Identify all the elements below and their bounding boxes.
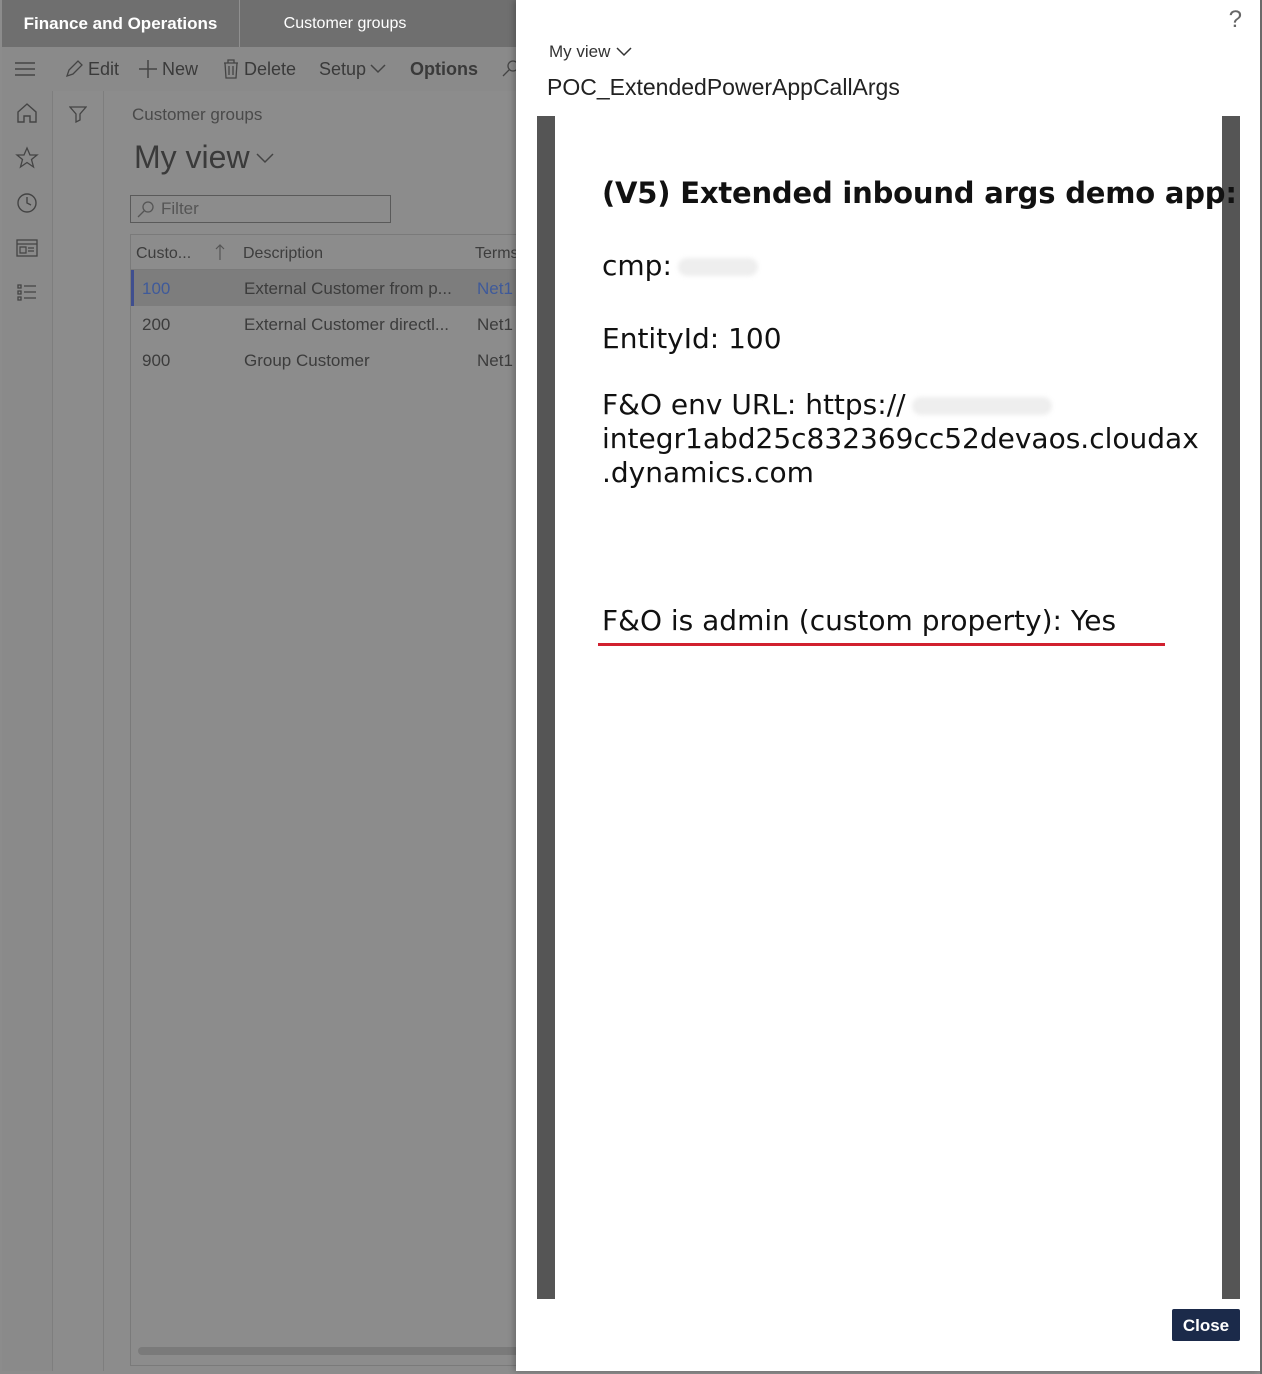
chevron-down-icon <box>616 47 632 57</box>
new-label: New <box>162 59 199 79</box>
edit-button[interactable]: Edit <box>64 47 119 91</box>
view-selector[interactable]: My view <box>134 139 274 176</box>
chevron-down-icon <box>370 64 386 74</box>
delete-label: Delete <box>244 59 297 79</box>
new-button[interactable]: New <box>138 47 198 91</box>
search-icon <box>137 201 154 218</box>
chevron-down-icon <box>256 152 274 163</box>
cell-customer-group[interactable]: 200 <box>142 315 170 335</box>
close-button[interactable]: Close <box>1172 1309 1240 1341</box>
column-header-customer-group[interactable]: Custo... <box>136 245 191 263</box>
hamburger-icon <box>15 62 35 76</box>
cmp-label: cmp: <box>602 249 672 282</box>
list-page: Customer groups My view Filter Custo... … <box>104 91 534 1371</box>
home-icon[interactable] <box>15 101 39 125</box>
redacted-value <box>677 258 758 276</box>
app-brand[interactable]: Finance and Operations <box>2 0 240 47</box>
delete-button[interactable]: Delete <box>222 47 296 91</box>
list-icon[interactable] <box>15 281 39 305</box>
power-app-side-pane: ? My view POC_ExtendedPowerAppCallArgs (… <box>516 0 1260 1371</box>
cell-customer-group[interactable]: 100 <box>142 279 170 299</box>
pencil-icon <box>65 60 83 78</box>
plus-icon <box>139 60 157 78</box>
help-button[interactable]: ? <box>1229 6 1242 34</box>
customer-groups-grid: Custo... Description Terms 100 External … <box>130 234 534 1366</box>
pane-view-selector[interactable]: My view <box>549 42 632 62</box>
admin-flag-line: F&O is admin (custom property): Yes <box>602 604 1117 637</box>
cmp-line: cmp: <box>602 249 758 282</box>
pane-view-label: My view <box>549 42 611 61</box>
options-label: Options <box>410 59 478 79</box>
grid-header: Custo... Description Terms <box>131 235 531 270</box>
view-title: My view <box>134 139 250 175</box>
table-row[interactable]: 200 External Customer directl... Net1 <box>131 306 531 342</box>
options-button[interactable]: Options <box>410 47 478 91</box>
nav-rail <box>2 91 53 1371</box>
funnel-icon[interactable] <box>69 105 87 123</box>
page-breadcrumb-top[interactable]: Customer groups <box>240 0 450 47</box>
top-bar: Finance and Operations Customer groups <box>2 0 522 47</box>
embedded-app-frame <box>537 116 1240 1299</box>
cell-description: External Customer from p... <box>244 279 452 298</box>
redacted-value <box>911 397 1052 415</box>
column-header-description[interactable]: Description <box>243 245 323 263</box>
pane-title: POC_ExtendedPowerAppCallArgs <box>547 74 900 100</box>
table-row[interactable]: 100 External Customer from p... Net1 <box>131 270 534 306</box>
cell-description: Group Customer <box>244 351 370 370</box>
setup-label: Setup <box>319 59 367 79</box>
cell-customer-group[interactable]: 900 <box>142 351 170 371</box>
filter-input[interactable]: Filter <box>130 195 391 223</box>
admin-underline <box>598 643 1165 646</box>
column-header-terms[interactable]: Terms <box>475 245 519 263</box>
horizontal-scrollbar[interactable] <box>138 1347 520 1355</box>
clock-icon[interactable] <box>15 191 39 215</box>
workspace-icon[interactable] <box>15 236 39 260</box>
star-icon[interactable] <box>15 146 39 170</box>
cell-terms[interactable]: Net1 <box>477 279 513 299</box>
command-bar: Edit New Delete Setup Options <box>2 47 522 92</box>
app-heading: (V5) Extended inbound args demo app: <box>602 176 1237 210</box>
trash-icon <box>224 59 238 79</box>
entity-id-line: EntityId: 100 <box>602 322 782 355</box>
setup-button[interactable]: Setup <box>319 47 386 91</box>
filter-rail <box>53 91 104 1371</box>
env-url-label: F&O env URL: https:// <box>602 388 906 421</box>
cell-terms[interactable]: Net1 <box>477 351 513 371</box>
sort-ascending-icon[interactable] <box>215 243 225 261</box>
cell-description: External Customer directl... <box>244 315 450 334</box>
env-url-line-2: integr1abd25c832369cc52devaos.cloudax <box>602 422 1199 455</box>
hamburger-button[interactable] <box>14 47 36 91</box>
table-row[interactable]: 900 Group Customer Net1 <box>131 342 531 378</box>
edit-label: Edit <box>88 59 120 79</box>
page-breadcrumb: Customer groups <box>132 105 263 124</box>
env-url-line-1: F&O env URL: https:// <box>602 388 1052 421</box>
cell-terms[interactable]: Net1 <box>477 315 513 335</box>
filter-placeholder: Filter <box>161 199 199 218</box>
env-url-line-3: .dynamics.com <box>602 456 814 489</box>
